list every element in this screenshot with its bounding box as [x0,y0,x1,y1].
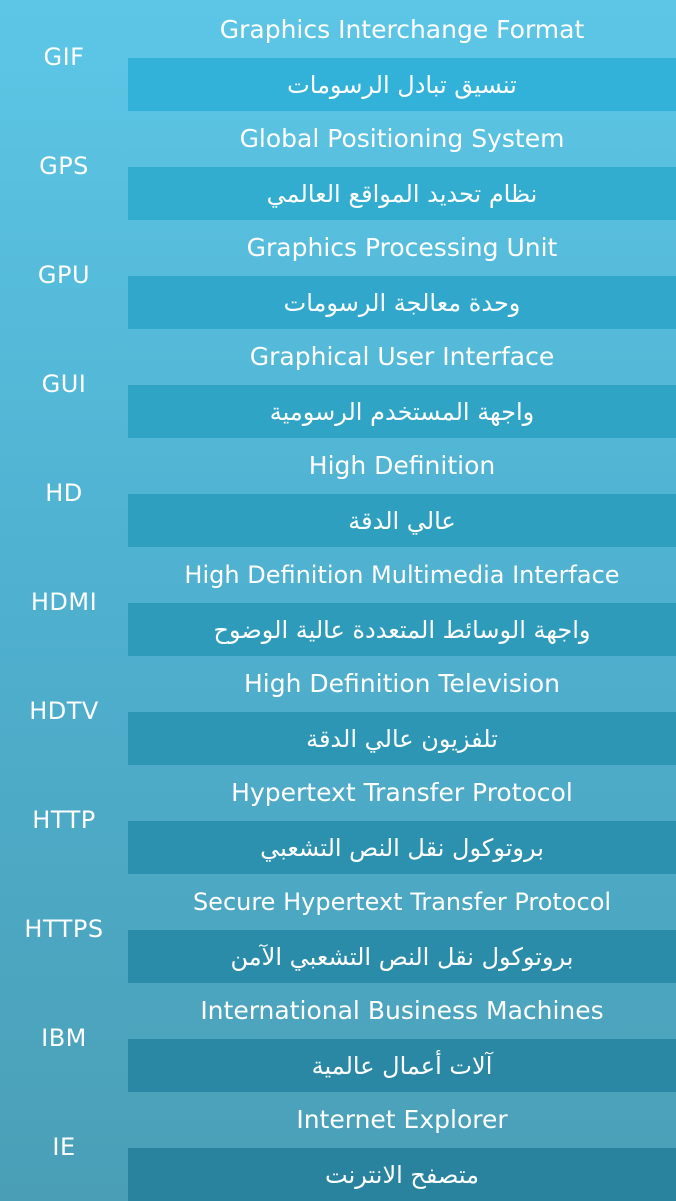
entry-ie: IE Internet Explorer متصفح الانترنت [0,1092,676,1201]
entry-hd: HD High Definition عالي الدقة [0,438,676,547]
entry-gif: GIF Graphics Interchange Format تنسيق تب… [0,2,676,111]
entry-hdmi: HDMI High Definition Multimedia Interfac… [0,547,676,656]
english-expansion: Global Positioning System [239,124,565,153]
english-expansion: Graphics Processing Unit [246,233,558,262]
abbreviation: GIF [43,42,85,71]
arabic-translation: وحدة معالجة الرسومات [128,276,676,329]
entry-ibm: IBM International Business Machines آلات… [0,983,676,1092]
entry-gpu: GPU Graphics Processing Unit وحدة معالجة… [0,220,676,329]
abbreviation: GPS [39,151,89,180]
abbreviation: HD [45,478,83,507]
abbreviation: HDMI [30,587,98,616]
arabic-translation: بروتوكول نقل النص التشعبي الآمن [128,930,676,983]
english-expansion: Hypertext Transfer Protocol [231,778,573,807]
arabic-translation: تنسيق تبادل الرسومات [128,58,676,111]
arabic-translation: واجهة المستخدم الرسومية [128,385,676,438]
english-expansion: High Definition Multimedia Interface [184,560,620,589]
arabic-translation: نظام تحديد المواقع العالمي [128,167,676,220]
arabic-translation: بروتوكول نقل النص التشعبي [128,821,676,874]
arabic-translation: تلفزيون عالي الدقة [128,712,676,765]
entry-https: HTTPS Secure Hypertext Transfer Protocol… [0,874,676,983]
abbreviation: GUI [41,369,87,398]
abbreviation: GPU [37,260,91,289]
abbreviation-list: GIF Graphics Interchange Format تنسيق تب… [0,0,676,1201]
english-expansion: High Definition Television [244,669,560,698]
english-expansion: International Business Machines [200,996,604,1025]
english-expansion: Graphics Interchange Format [219,15,585,44]
arabic-translation: آلات أعمال عالمية [128,1039,676,1092]
arabic-translation: متصفح الانترنت [128,1148,676,1201]
arabic-translation: عالي الدقة [128,494,676,547]
abbreviation: HTTP [32,805,96,834]
arabic-translation: واجهة الوسائط المتعددة عالية الوضوح [128,603,676,656]
entry-hdtv: HDTV High Definition Television تلفزيون … [0,656,676,765]
entry-http: HTTP Hypertext Transfer Protocol بروتوكو… [0,765,676,874]
english-expansion: High Definition [308,451,496,480]
abbreviation: IBM [41,1023,87,1052]
english-expansion: Graphical User Interface [249,342,555,371]
abbreviation: HDTV [29,696,99,725]
english-expansion: Internet Explorer [296,1105,508,1134]
abbreviation: HTTPS [24,914,104,943]
entry-gps: GPS Global Positioning System نظام تحديد… [0,111,676,220]
english-expansion: Secure Hypertext Transfer Protocol [192,887,612,916]
entry-gui: GUI Graphical User Interface واجهة المست… [0,329,676,438]
abbreviation: IE [52,1132,76,1161]
